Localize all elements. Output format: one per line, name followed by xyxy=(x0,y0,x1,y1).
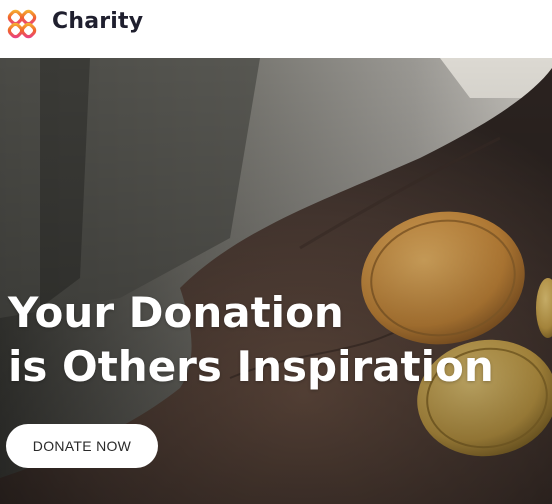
site-header: Charity xyxy=(0,0,552,58)
hero-headline-line-2: is Others Inspiration xyxy=(8,342,494,391)
brand-name[interactable]: Charity xyxy=(52,9,143,34)
donate-now-button[interactable]: DONATE NOW xyxy=(6,424,158,468)
hero-headline: Your Donation is Others Inspiration xyxy=(8,286,494,394)
hero-section: Your Donation is Others Inspiration DONA… xyxy=(0,58,552,504)
charity-logo-icon[interactable] xyxy=(6,8,38,40)
hero-headline-line-1: Your Donation xyxy=(8,288,344,337)
